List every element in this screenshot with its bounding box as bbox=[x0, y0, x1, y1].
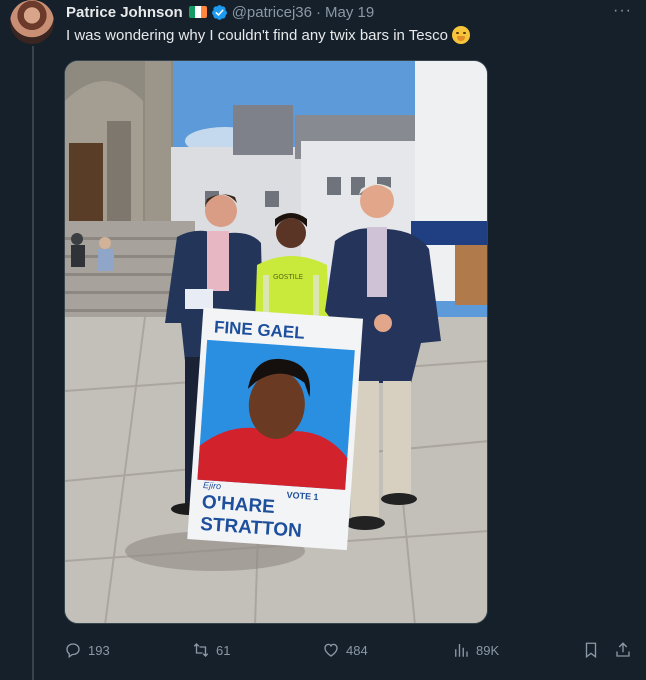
like-button[interactable]: 484 bbox=[322, 638, 368, 662]
repost-button[interactable]: 61 bbox=[192, 638, 230, 662]
analytics-icon bbox=[455, 644, 468, 657]
poster-first-name: Ejiro bbox=[203, 480, 222, 491]
heart-icon bbox=[324, 643, 338, 657]
thread-line bbox=[32, 46, 34, 680]
author-name[interactable]: Patrice Johnson bbox=[66, 4, 183, 21]
share-button[interactable] bbox=[614, 638, 632, 662]
author-handle[interactable]: @patricej36 bbox=[232, 4, 312, 21]
reply-count: 193 bbox=[88, 642, 110, 658]
verified-badge-icon[interactable] bbox=[211, 4, 228, 21]
church-building bbox=[65, 61, 173, 231]
ireland-flag-icon bbox=[188, 6, 207, 18]
view-count: 89K bbox=[476, 642, 500, 658]
bookmark-icon bbox=[585, 642, 597, 659]
more-options-icon[interactable]: ··· bbox=[613, 2, 632, 20]
repost-count: 61 bbox=[216, 642, 231, 658]
tweet-text-row: I was wondering why I couldn't find any … bbox=[66, 26, 470, 44]
views-button[interactable]: 89K bbox=[452, 638, 499, 662]
share-icon bbox=[616, 642, 630, 657]
vest-text: GOSTILE bbox=[273, 273, 303, 281]
reply-button[interactable]: 193 bbox=[64, 638, 110, 662]
election-poster: FINE GAEL VOTE 1 Ejiro O'HARE STRATTON bbox=[187, 307, 364, 551]
tweet-text: I was wondering why I couldn't find any … bbox=[66, 26, 448, 44]
repost-icon bbox=[193, 643, 209, 657]
tweet-date[interactable]: May 19 bbox=[325, 4, 374, 21]
avatar[interactable] bbox=[10, 0, 54, 44]
like-count: 484 bbox=[346, 642, 368, 658]
hand-over-mouth-emoji-icon bbox=[451, 26, 470, 44]
reply-icon bbox=[66, 643, 80, 659]
tweet-header: Patrice Johnson @patricej36 · May 19 bbox=[66, 2, 374, 22]
tweet-actions: 193 61 484 89K bbox=[64, 638, 636, 662]
separator-dot: · bbox=[315, 3, 321, 21]
tweet-photo[interactable]: GOSTILE FINE GAEL VOTE 1 Ejiro O'HARE ST… bbox=[64, 60, 488, 624]
bookmark-button[interactable] bbox=[582, 638, 600, 662]
